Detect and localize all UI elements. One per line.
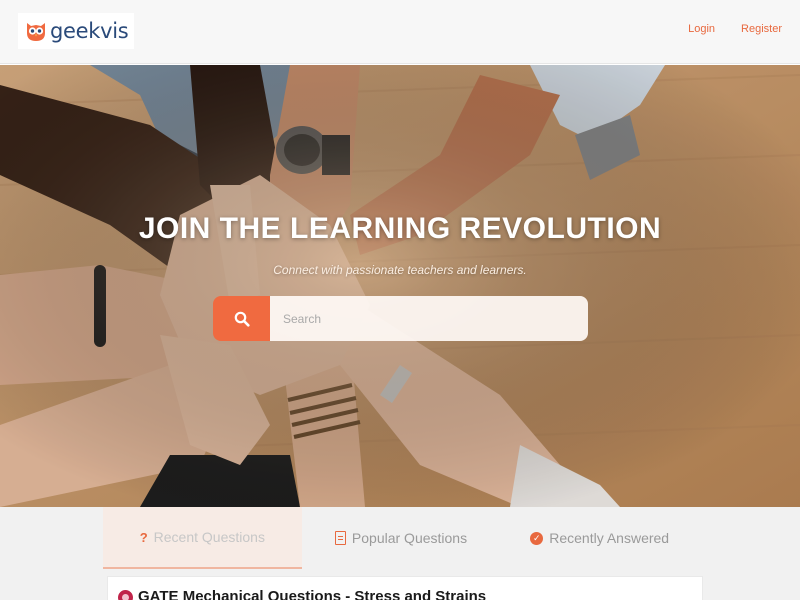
tab-recent-questions[interactable]: ? Recent Questions <box>103 507 302 569</box>
brand-name: geekvis <box>50 19 129 43</box>
brand-logo[interactable]: geekvis <box>18 13 135 49</box>
tab-label: Popular Questions <box>351 530 468 546</box>
question-icon: ? <box>139 529 148 545</box>
category-badge-icon <box>118 590 133 600</box>
check-circle-icon: ✓ <box>530 531 544 545</box>
tab-popular-questions[interactable]: Popular Questions <box>302 507 501 569</box>
question-card[interactable]: GATE Mechanical Questions - Stress and S… <box>107 576 703 600</box>
hero-title: JOIN THE LEARNING REVOLUTION <box>138 212 662 245</box>
owl-logo-icon <box>27 23 45 41</box>
search-icon <box>234 311 250 327</box>
hero-search-bar <box>213 296 588 341</box>
header-nav: Login Register <box>688 23 782 35</box>
tab-label: Recent Questions <box>153 529 265 545</box>
site-header: geekvis Login Register <box>0 0 800 64</box>
hero-banner: JOIN THE LEARNING REVOLUTION Connect wit… <box>0 65 800 507</box>
register-link[interactable]: Register <box>741 23 782 35</box>
search-button[interactable] <box>213 296 270 341</box>
search-input[interactable] <box>270 296 588 341</box>
hero-subtitle: Connect with passionate teachers and lea… <box>273 263 527 277</box>
document-icon <box>334 531 346 545</box>
login-link[interactable]: Login <box>688 23 715 35</box>
question-tabs: ? Recent Questions Popular Questions ✓ R… <box>103 507 699 569</box>
tab-recently-answered[interactable]: ✓ Recently Answered <box>500 507 699 569</box>
hero-background-image <box>0 65 800 507</box>
tab-label: Recently Answered <box>549 530 670 546</box>
question-title[interactable]: GATE Mechanical Questions - Stress and S… <box>138 588 486 600</box>
